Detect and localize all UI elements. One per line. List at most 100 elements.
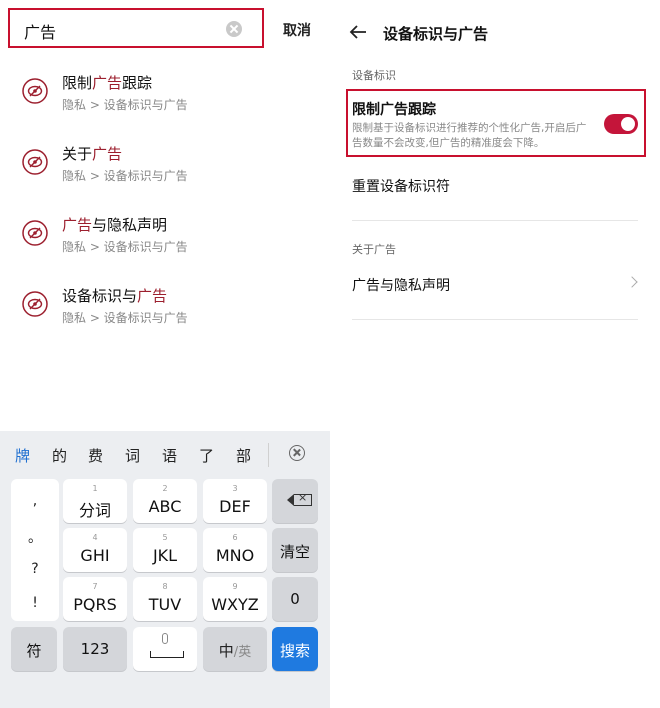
keyword-highlight: 广告 [92, 145, 123, 163]
search-result-item[interactable]: 限制广告跟踪隐私 > 设备标识与广告 [22, 72, 322, 132]
back-arrow-icon[interactable] [349, 24, 367, 40]
key-number: 5 [162, 533, 168, 542]
key-1[interactable]: 1 分词 [63, 479, 127, 523]
candidate-word[interactable]: 语 [162, 445, 177, 466]
search-query-text: 广告 [24, 23, 57, 42]
clear-button[interactable]: 清空 [272, 528, 318, 572]
keyboard: 牌 的 费 词 语 了 部 , 。 ? ! 1 分词 2 ABC 3 DEF 4… [0, 431, 330, 708]
key-label: 符 [26, 642, 42, 660]
key-label: GHI [80, 546, 110, 565]
cancel-button[interactable]: 取消 [283, 20, 311, 40]
candidate-word[interactable]: 费 [88, 445, 103, 466]
punct-key[interactable]: , [11, 493, 59, 509]
language-label: 中/英 [203, 640, 267, 661]
ad-privacy-statement-item[interactable]: 广告与隐私声明 [352, 275, 450, 295]
key-7[interactable]: 7 PQRS [63, 577, 127, 621]
backspace-button[interactable] [272, 479, 318, 523]
ad-tracking-icon [22, 220, 48, 246]
search-result-item[interactable]: 广告与隐私声明隐私 > 设备标识与广告 [22, 214, 322, 274]
result-title-text: 关于 [62, 145, 93, 163]
key-number: 9 [232, 582, 238, 591]
space-button[interactable] [133, 627, 197, 671]
collapse-candidates-icon[interactable] [289, 445, 305, 461]
limit-ad-tracking-toggle[interactable] [604, 114, 638, 134]
candidate-word[interactable]: 词 [125, 445, 140, 466]
result-title-text: 与隐私声明 [92, 216, 168, 234]
chevron-right-icon [626, 276, 638, 288]
space-icon [150, 651, 184, 658]
key-8[interactable]: 8 TUV [133, 577, 197, 621]
result-title: 限制广告跟踪 [62, 72, 152, 93]
ad-tracking-icon [22, 149, 48, 175]
page-title: 设备标识与广告 [383, 25, 489, 43]
key-number: 1 [92, 484, 98, 493]
result-title: 设备标识与广告 [62, 285, 167, 306]
key-number: 4 [92, 533, 98, 542]
lang-en: 英 [238, 645, 252, 660]
result-title-text: 跟踪 [122, 74, 153, 92]
key-label: TUV [148, 595, 182, 614]
punctuation-panel: , 。 ? ! [11, 479, 59, 621]
key-number: 6 [232, 533, 238, 542]
ad-tracking-icon [22, 78, 48, 104]
result-title: 关于广告 [62, 143, 122, 164]
key-label: DEF [219, 497, 251, 516]
key-label: 清空 [279, 543, 310, 561]
key-label: PQRS [73, 595, 117, 614]
result-path: 隐私 > 设备标识与广告 [62, 240, 188, 254]
section-label-about-ads: 关于广告 [352, 243, 396, 256]
reset-device-id-item[interactable]: 重置设备标识符 [352, 176, 450, 196]
key-label: 搜索 [279, 642, 310, 660]
key-label: 123 [80, 640, 110, 658]
keyword-highlight: 广告 [62, 216, 93, 234]
punct-key[interactable]: ? [11, 561, 59, 577]
key-9[interactable]: 9 WXYZ [203, 577, 267, 621]
result-path: 隐私 > 设备标识与广告 [62, 98, 188, 112]
key-label: MNO [215, 546, 255, 565]
keyword-highlight: 广告 [92, 74, 123, 92]
symbol-button[interactable]: 符 [11, 627, 57, 671]
result-title-text: 限制 [62, 74, 93, 92]
search-result-item[interactable]: 设备标识与广告隐私 > 设备标识与广告 [22, 285, 322, 345]
ad-tracking-icon [22, 291, 48, 317]
result-title: 广告与隐私声明 [62, 214, 167, 235]
result-title-text: 设备标识与 [62, 287, 138, 305]
key-number: 2 [162, 484, 168, 493]
punct-key[interactable]: ! [11, 595, 59, 611]
language-switch-button[interactable]: 中/英 [203, 627, 267, 671]
microphone-icon [162, 633, 168, 644]
punct-key[interactable]: 。 [11, 527, 59, 547]
candidate-word[interactable]: 了 [199, 445, 214, 466]
key-3[interactable]: 3 DEF [203, 479, 267, 523]
search-input[interactable]: 广告 [8, 8, 264, 48]
clear-icon[interactable] [226, 21, 242, 37]
divider [352, 319, 638, 320]
key-5[interactable]: 5 JKL [133, 528, 197, 572]
search-result-item[interactable]: 关于广告隐私 > 设备标识与广告 [22, 143, 322, 203]
key-label: ABC [148, 497, 182, 516]
key-label: JKL [152, 546, 178, 565]
key-number: 7 [92, 582, 98, 591]
key-label: WXYZ [211, 595, 259, 614]
keyword-highlight: 广告 [137, 287, 168, 305]
key-number: 8 [162, 582, 168, 591]
candidate-word[interactable]: 的 [52, 445, 67, 466]
key-2[interactable]: 2 ABC [133, 479, 197, 523]
divider [352, 220, 638, 221]
result-path: 隐私 > 设备标识与广告 [62, 311, 188, 325]
candidate-word[interactable]: 牌 [15, 445, 30, 466]
search-button[interactable]: 搜索 [272, 627, 318, 671]
result-path: 隐私 > 设备标识与广告 [62, 169, 188, 183]
key-4[interactable]: 4 GHI [63, 528, 127, 572]
candidate-divider [268, 443, 269, 467]
number-mode-button[interactable]: 123 [63, 627, 127, 671]
key-6[interactable]: 6 MNO [203, 528, 267, 572]
backspace-icon [287, 491, 312, 506]
candidate-word[interactable]: 部 [236, 445, 251, 466]
limit-ad-tracking-description: 限制基于设备标识进行推荐的个性化广告,开启后广告数量不会改变,但广告的精准度会下… [352, 122, 587, 149]
lang-zh: 中 [218, 642, 234, 660]
key-label: 分词 [78, 501, 111, 520]
limit-ad-tracking-title: 限制广告跟踪 [352, 102, 436, 118]
key-0[interactable]: 0 [272, 577, 318, 621]
section-label-device-id: 设备标识 [352, 69, 396, 82]
